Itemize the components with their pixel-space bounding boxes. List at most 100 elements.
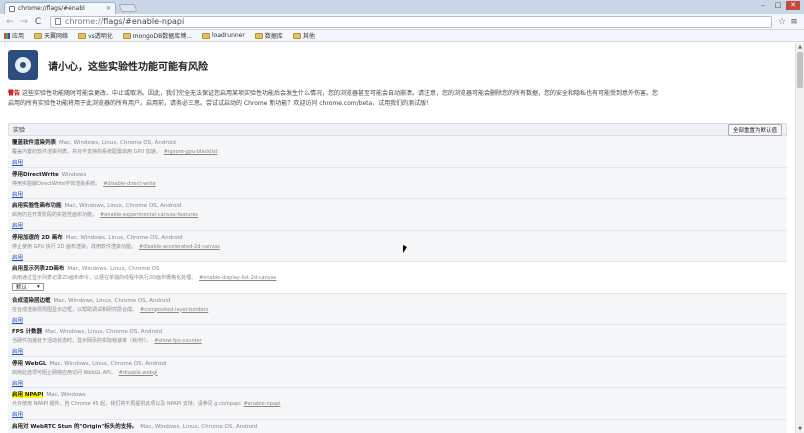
experiment-platforms: Mac, Windows [46, 392, 86, 398]
bookmark-apps[interactable]: 应用 [4, 31, 24, 40]
experiment-name: FPS 计数器 [12, 329, 43, 335]
experiment-platforms: Mac, Windows, Linux, Chrome OS, Android [49, 360, 167, 367]
folder-icon [292, 32, 301, 39]
url-host: chrome:// [65, 17, 104, 26]
enable-link[interactable]: 启用 [12, 410, 23, 418]
window-controls: – □ ✕ [756, 1, 800, 10]
experiment-name: 合成渲染层边框 [12, 297, 51, 304]
experiment-platforms: Windows [61, 171, 87, 178]
experiment-item: 启用 NPAPI Mac, Windows 允许使用 NPAPI 插件。自 Chr… [8, 388, 787, 420]
experiment-platforms: Mac, Windows, Linux, Chrome OS, Android [59, 140, 176, 146]
section-title: 实验 [13, 127, 26, 134]
experiment-flag-link[interactable]: #enable-experimental-canvas-features [100, 212, 198, 218]
experiment-platforms: Mac, Windows, Linux, Chrome OS, Android [65, 234, 183, 241]
window-close-icon[interactable]: ✕ [786, 1, 800, 10]
experiment-item: 启用对 WebRTC Stun 的"Origin"标头的支持。 Mac, Wind… [8, 419, 787, 433]
experiment-item: 合成渲染层边框 Mac, Windows, Linux, Chrome OS, A… [8, 293, 787, 325]
experiment-item: FPS 计数器 Mac, Windows, Linux, Chrome OS, A… [8, 325, 787, 357]
enable-link[interactable]: 启用 [12, 379, 23, 387]
url-path: flags/#enable-npapi [103, 17, 185, 26]
experiments-header: 实验 全部重置为默认值 [8, 123, 787, 136]
experiment-flag-link[interactable]: #ignore-gpu-blacklist [164, 149, 218, 155]
bookmark-label: 数据库 [264, 33, 283, 40]
folder-icon [34, 32, 43, 39]
select-value: 默认 [16, 285, 28, 291]
scroll-down-icon[interactable]: ▼ [796, 425, 804, 433]
reset-all-button[interactable]: 全部重置为默认值 [727, 123, 782, 136]
experiment-name: 停用加速的 2D 画布 [12, 234, 63, 241]
experiment-desc: 在合成渲染层周围显示边框，以帮助调试和研究层合成。 [12, 306, 138, 313]
toolbar: ← → C chrome:// flags/#enable-npapi ☆ ≡ [0, 14, 804, 30]
experiment-desc: 停用实验版DirectWrite字体渲染系统。 [12, 180, 101, 187]
experiment-item: 停用加速的 2D 画布 Mac, Windows, Linux, Chrome O… [8, 230, 787, 262]
menu-icon[interactable]: ≡ [788, 17, 800, 27]
close-icon[interactable]: × [106, 5, 111, 12]
experiment-flag-link[interactable]: #disable-accelerated-2d-canvas [139, 244, 220, 250]
tab-strip: chrome://flags/#enabl × – □ ✕ [0, 0, 804, 14]
bookmark-folder[interactable]: 数据库 [254, 31, 283, 40]
experiment-name: 启用对 WebRTC Stun 的"Origin"标头的支持。 [12, 423, 138, 430]
experiment-platforms: Mac, Windows, Linux, Chrome OS, Android [64, 203, 182, 209]
folder-icon [201, 32, 210, 39]
experiment-platforms: Mac, Windows, Linux, Chrome OS, Android [140, 423, 258, 430]
tab-flags[interactable]: chrome://flags/#enabl × [4, 2, 116, 14]
address-bar[interactable]: chrome:// flags/#enable-npapi [50, 15, 772, 28]
experiment-flag-link[interactable]: #disable-webgl [119, 370, 158, 376]
apps-icon [4, 32, 10, 39]
bookmark-folder[interactable]: vs透明化 [78, 31, 113, 40]
bookmark-folder[interactable]: loadrunner [201, 32, 245, 39]
experiment-desc: 当硬件加速处于活动状态时，显示网页的实际帧速率（帧/秒）。 [12, 338, 152, 344]
experiment-name: 启用实验性画布功能 [12, 203, 62, 209]
new-tab-button[interactable] [118, 4, 138, 12]
experiment-flag-link[interactable]: #disable-direct-write [103, 181, 156, 187]
bookmark-label: vs透明化 [88, 33, 113, 40]
enable-link[interactable]: 启用 [12, 253, 23, 261]
enable-link[interactable]: 启用 [12, 190, 23, 198]
enable-link[interactable]: 启用 [12, 221, 23, 229]
bookmark-folder[interactable]: 天翼网络 [34, 31, 68, 40]
forward-icon[interactable]: → [18, 16, 30, 28]
bookmark-folder[interactable]: 其他 [292, 31, 315, 40]
experiment-desc: 启用仍在开发阶段的实验性画布功能。 [12, 212, 98, 218]
bookmark-folder[interactable]: mongoDB数据库博... [122, 31, 192, 40]
experiment-name: 启用 NPAPI [12, 392, 44, 398]
experiment-desc: 允许使用 NPAPI 插件。自 Chrome 45 起，我们将不再提供此项以及 … [12, 401, 241, 407]
warning-line-2: 启用的所有实验性功能将用于此浏览器的所有用户。启用前，请务必三思。尝试试启动的 … [8, 100, 433, 107]
back-icon[interactable]: ← [4, 16, 16, 28]
enable-link[interactable]: 启用 [12, 158, 23, 166]
bookmark-label: 应用 [12, 33, 25, 40]
folder-icon [122, 32, 131, 39]
reload-icon[interactable]: C [32, 16, 44, 28]
folder-icon [254, 32, 263, 39]
experiment-desc: 停止使用 GPU 执行 2D 画布渲染，改用软件渲染功能。 [12, 243, 136, 250]
experiment-item: 启用显示列表2D画布 Mac, Windows, Linux, Chrome OS… [8, 262, 787, 294]
scroll-up-icon[interactable]: ▲ [796, 43, 804, 51]
scroll-thumb[interactable] [797, 52, 803, 88]
experiment-flag-link[interactable]: #composited-layer-borders [140, 307, 208, 313]
bookmark-label: 天翼网络 [44, 33, 69, 40]
star-icon[interactable]: ☆ [776, 17, 788, 27]
bookmarks-bar: 应用 天翼网络 vs透明化 mongoDB数据库博... loadrunner … [0, 30, 804, 42]
option-select[interactable]: 默认 ▾ [12, 283, 44, 291]
experiment-platforms: Mac, Windows, Linux, Chrome OS, Android [45, 329, 163, 335]
experiment-desc: 覆盖内置的软件渲染列表，并对不支持的系统配置启用 GPU 加速。 [12, 149, 161, 155]
experiment-item: 停用DirectWrite Windows 停用实验版DirectWrite字体渲… [8, 167, 787, 199]
folder-icon [78, 32, 87, 39]
experiment-name: 启用显示列表2D画布 [12, 266, 65, 272]
experiment-desc: 启用此选项可阻止网络应用访问 WebGL API。 [12, 369, 116, 376]
enable-link[interactable]: 启用 [12, 316, 23, 324]
page-scrollbar[interactable]: ▲ ▼ [795, 43, 804, 433]
experiment-item: 覆盖软件渲染列表 Mac, Windows, Linux, Chrome OS, … [8, 136, 787, 168]
page-header: 请小心，这些实验性功能可能有风险 [8, 43, 787, 87]
experiment-flag-link[interactable]: #show-fps-counter [154, 338, 202, 344]
minimize-icon[interactable]: – [756, 1, 770, 10]
experiment-flag-link[interactable]: #enable-npapi [244, 401, 281, 407]
experiment-item: 启用实验性画布功能 Mac, Windows, Linux, Chrome OS,… [8, 199, 787, 231]
bookmark-label: mongoDB数据库博... [132, 33, 192, 40]
enable-link[interactable]: 启用 [12, 347, 23, 355]
experiment-name: 覆盖软件渲染列表 [12, 140, 57, 146]
experiment-flag-link[interactable]: #enable-display-list-2d-canvas [199, 275, 276, 281]
warning-line-1: 这些实验性功能随时可能会更改、中止或取消。因此，我们完全无法保证您启用某项实验性… [22, 90, 659, 97]
chevron-down-icon: ▾ [37, 284, 40, 290]
maximize-icon[interactable]: □ [771, 1, 785, 10]
